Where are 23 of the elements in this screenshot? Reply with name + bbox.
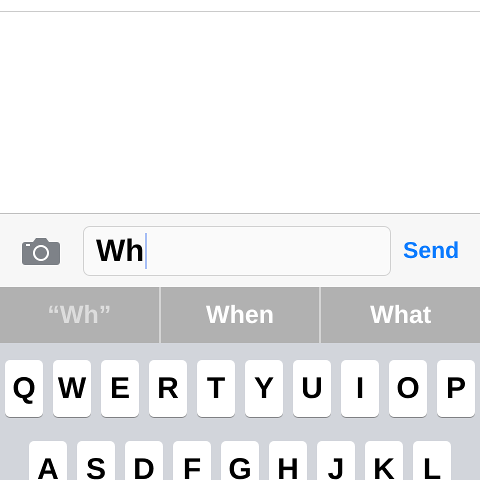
keyboard-key[interactable]: L xyxy=(413,441,451,480)
keyboard-key[interactable]: U xyxy=(293,360,331,417)
keyboard-key[interactable]: F xyxy=(173,441,211,480)
camera-icon[interactable] xyxy=(22,236,60,264)
keyboard-key[interactable]: S xyxy=(77,441,115,480)
keyboard-key[interactable]: G xyxy=(221,441,259,480)
keyboard-key[interactable]: P xyxy=(437,360,475,417)
keyboard-key[interactable]: J xyxy=(317,441,355,480)
keyboard-key[interactable]: K xyxy=(365,441,403,480)
keyboard-key[interactable]: D xyxy=(125,441,163,480)
keyboard-key[interactable]: I xyxy=(341,360,379,417)
keyboard-key[interactable]: E xyxy=(101,360,139,417)
keyboard-key[interactable]: H xyxy=(269,441,307,480)
keyboard-key[interactable]: W xyxy=(53,360,91,417)
keyboard-key[interactable]: O xyxy=(389,360,427,417)
text-cursor xyxy=(145,232,148,268)
keyboard-key[interactable]: T xyxy=(197,360,235,417)
keyboard-key[interactable]: R xyxy=(149,360,187,417)
message-field[interactable]: Wh xyxy=(83,226,391,276)
keyboard-key[interactable]: Q xyxy=(5,360,43,417)
send-button[interactable]: Send xyxy=(403,237,460,264)
keyboard-key[interactable]: Y xyxy=(245,360,283,417)
keyboard-key[interactable]: A xyxy=(29,441,67,480)
